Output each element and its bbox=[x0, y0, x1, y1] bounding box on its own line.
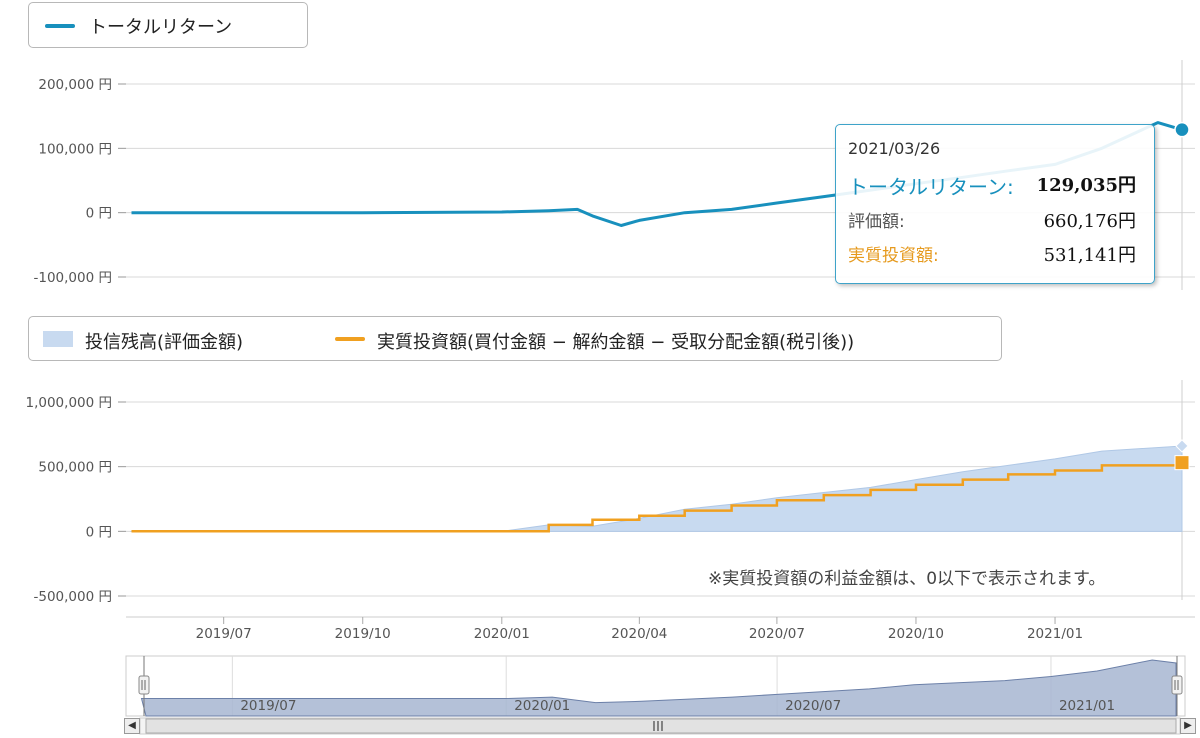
tooltip: 2021/03/26 トータルリターン: 129,035円 評価額: 660,1… bbox=[835, 124, 1155, 284]
return-ytick-label: 200,000 円 bbox=[38, 77, 112, 93]
x-tick-label: 2020/07 bbox=[749, 626, 805, 642]
navigator-tick-label: 2019/07 bbox=[240, 698, 296, 714]
tooltip-investment-value: 531,141円 bbox=[1043, 245, 1136, 266]
navigator-handle-left[interactable] bbox=[138, 675, 150, 695]
tooltip-row-total-return: トータルリターン: 129,035円 bbox=[848, 171, 1136, 200]
tooltip-row-investment: 実質投資額: 531,141円 bbox=[848, 241, 1136, 267]
balance-ytick-label: 1,000,000 円 bbox=[26, 395, 113, 411]
return-ytick-label: -100,000 円 bbox=[34, 270, 113, 286]
investment-marker bbox=[1174, 455, 1190, 471]
tooltip-date: 2021/03/26 bbox=[848, 139, 941, 158]
x-tick-label: 2019/07 bbox=[196, 626, 252, 642]
navigator-tick-label: 2020/01 bbox=[514, 698, 570, 714]
scroll-right-button[interactable]: ▶ bbox=[1180, 718, 1196, 734]
x-tick-label: 2019/10 bbox=[335, 626, 391, 642]
scrollbar-grip: III bbox=[652, 719, 664, 735]
tooltip-row-valuation: 評価額: 660,176円 bbox=[848, 207, 1136, 233]
navigator-tick-label: 2021/01 bbox=[1059, 698, 1115, 714]
total-return-marker bbox=[1174, 121, 1190, 138]
x-tick-label: 2020/01 bbox=[474, 626, 530, 642]
x-tick-label: 2020/04 bbox=[611, 626, 667, 642]
note-text: ※実質投資額の利益金額は、0以下で表示されます。 bbox=[708, 569, 1106, 589]
x-tick-label: 2020/10 bbox=[888, 626, 944, 642]
balance-ytick-label: 0 円 bbox=[86, 524, 112, 540]
chart-canvas: 200,000 円 100,000 円 0 円 -100,000 円 1,000,000… bbox=[26, 60, 1195, 735]
balance-ytick-label: 500,000 円 bbox=[38, 460, 112, 476]
return-ytick-label: 100,000 円 bbox=[38, 141, 112, 157]
tooltip-total-return-value: 129,035円 bbox=[1036, 175, 1136, 196]
balance-ytick-label: -500,000 円 bbox=[34, 589, 113, 605]
navigator-tick-label: 2020/07 bbox=[785, 698, 841, 714]
navigator-handle-right[interactable] bbox=[1171, 675, 1183, 695]
scroll-left-button[interactable]: ◀ bbox=[124, 718, 140, 734]
tooltip-total-return-label: トータルリターン: bbox=[848, 175, 1014, 199]
balance-area bbox=[130, 445, 1183, 532]
tooltip-valuation-label: 評価額: bbox=[848, 212, 905, 232]
return-ytick-label: 0 円 bbox=[86, 206, 112, 222]
tooltip-investment-label: 実質投資額: bbox=[848, 246, 939, 266]
x-tick-label: 2021/01 bbox=[1027, 626, 1083, 642]
tooltip-valuation-value: 660,176円 bbox=[1043, 211, 1136, 232]
